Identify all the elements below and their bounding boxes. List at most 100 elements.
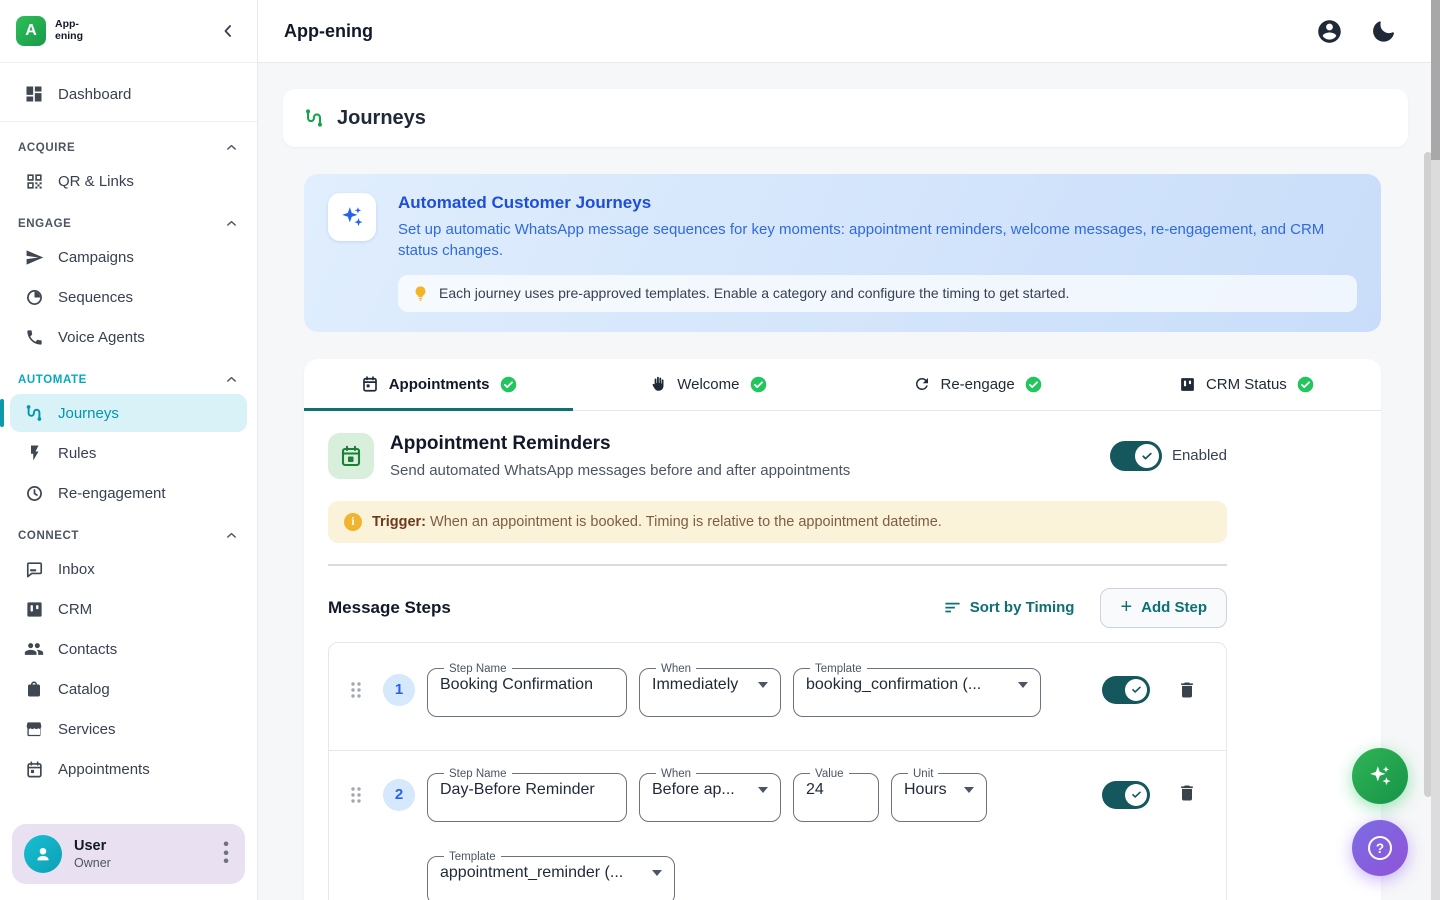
sidebar-divider xyxy=(0,121,257,122)
sidebar-item-label: Re-engagement xyxy=(58,485,166,502)
user-meta: User Owner xyxy=(74,838,207,870)
sidebar-item-rules[interactable]: Rules xyxy=(10,434,247,472)
journeys-card: Appointments Welcome xyxy=(304,359,1381,900)
help-fab[interactable]: ? xyxy=(1352,820,1408,876)
kanban-icon xyxy=(1179,376,1196,393)
sidebar-item-sequences[interactable]: Sequences xyxy=(10,278,247,316)
field-value: Booking Confirmation xyxy=(440,676,593,694)
sidebar-item-label: Services xyxy=(58,721,116,738)
step-name-field[interactable]: Step Name Day-Before Reminder xyxy=(427,768,627,822)
trigger-alert: i Trigger: When an appointment is booked… xyxy=(328,501,1227,543)
field-label: When xyxy=(656,768,696,780)
select-value: Hours xyxy=(904,781,947,799)
sidebar-collapse-button[interactable] xyxy=(215,18,241,44)
section-engage[interactable]: ENGAGE xyxy=(0,206,257,236)
field-label: Template xyxy=(444,851,501,863)
when-select[interactable]: When Before ap... xyxy=(639,768,781,822)
window-scrollbar-thumb[interactable] xyxy=(1431,0,1440,160)
sidebar-item-inbox[interactable]: Inbox xyxy=(10,550,247,588)
step-row: 2 Step Name Day-Before Reminder xyxy=(329,751,1226,900)
sidebar-item-journeys[interactable]: Journeys xyxy=(10,394,247,432)
message-steps-list: 1 Step Name Booking Confirmation xyxy=(328,642,1227,900)
topbar: App-ening xyxy=(258,0,1440,63)
tab-re-engage[interactable]: Re-engage xyxy=(843,359,1112,410)
step-name-field[interactable]: Step Name Booking Confirmation xyxy=(427,663,627,717)
template-select[interactable]: Template appointment_reminder (... xyxy=(427,851,675,900)
sidebar-item-label: QR & Links xyxy=(58,173,134,190)
when-select[interactable]: When Immediately xyxy=(639,663,781,717)
sidebar-item-label: Inbox xyxy=(58,561,95,578)
drag-handle-icon[interactable] xyxy=(345,785,367,805)
sidebar-item-qr-links[interactable]: QR & Links xyxy=(10,162,247,200)
sidebar-item-campaigns[interactable]: Campaigns xyxy=(10,238,247,276)
route-icon xyxy=(303,107,325,129)
appointments-panel: Appointment Reminders Send automated Wha… xyxy=(304,411,1381,900)
category-tabs: Appointments Welcome xyxy=(304,359,1381,411)
banner-tip-text: Each journey uses pre-approved templates… xyxy=(439,285,1069,301)
panel-title: Appointment Reminders xyxy=(390,433,850,455)
topbar-icons xyxy=(1316,18,1396,45)
sort-by-timing-button[interactable]: Sort by Timing xyxy=(943,598,1075,617)
sidebar-item-label: CRM xyxy=(58,601,92,618)
sidebar-item-catalog[interactable]: Catalog xyxy=(10,670,247,708)
sort-icon xyxy=(943,598,962,617)
sidebar-item-label: Catalog xyxy=(58,681,110,698)
dashboard-icon xyxy=(24,84,44,104)
delete-step-icon[interactable] xyxy=(1177,680,1197,700)
field-label: Template xyxy=(810,663,867,675)
calendar-icon xyxy=(24,759,44,779)
chevron-up-icon xyxy=(224,528,239,543)
ai-assistant-fab[interactable] xyxy=(1352,748,1408,804)
dropdown-caret-icon xyxy=(652,870,662,876)
sidebar-item-re-engagement[interactable]: Re-engagement xyxy=(10,474,247,512)
tab-crm-status[interactable]: CRM Status xyxy=(1112,359,1381,410)
sidebar-item-services[interactable]: Services xyxy=(10,710,247,748)
sidebar-item-crm[interactable]: CRM xyxy=(10,590,247,628)
sidebar-item-appointments[interactable]: Appointments xyxy=(10,750,247,788)
sidebar-item-voice-agents[interactable]: Voice Agents xyxy=(10,318,247,356)
unit-select[interactable]: Unit Hours xyxy=(891,768,987,822)
tab-label: Welcome xyxy=(677,376,739,393)
sidebar-item-label: Voice Agents xyxy=(58,329,145,346)
panel-header: Appointment Reminders Send automated Wha… xyxy=(328,433,1227,479)
step-fields: Step Name Booking Confirmation When Imme… xyxy=(427,663,1041,717)
value-field[interactable]: Value 24 xyxy=(793,768,879,822)
delete-step-icon[interactable] xyxy=(1177,783,1197,803)
banner-tip: Each journey uses pre-approved templates… xyxy=(398,275,1357,312)
app-logo-icon: A xyxy=(16,16,46,46)
sparkles-icon xyxy=(328,193,376,241)
sidebar-item-dashboard[interactable]: Dashboard xyxy=(10,75,247,113)
user-menu-icon[interactable]: ••• xyxy=(219,841,233,867)
app-logo: A App- ening xyxy=(16,16,83,46)
section-connect[interactable]: CONNECT xyxy=(0,518,257,548)
active-indicator xyxy=(0,399,4,427)
clock-icon xyxy=(24,483,44,503)
check-badge-icon xyxy=(1025,376,1042,393)
user-card[interactable]: User Owner ••• xyxy=(12,824,245,884)
account-circle-icon[interactable] xyxy=(1316,18,1343,45)
calendar-check-icon xyxy=(328,433,374,479)
banner-description: Set up automatic WhatsApp message sequen… xyxy=(398,219,1357,262)
select-value: appointment_reminder (... xyxy=(440,864,623,882)
section-automate[interactable]: AUTOMATE xyxy=(0,362,257,392)
enabled-label: Enabled xyxy=(1172,447,1227,464)
sidebar-item-label: Sequences xyxy=(58,289,133,306)
journey-enabled-toggle[interactable] xyxy=(1110,441,1162,471)
step-toggle-wrap xyxy=(1102,676,1150,704)
step-enabled-toggle[interactable] xyxy=(1102,781,1150,809)
trigger-text: Trigger: When an appointment is booked. … xyxy=(372,514,942,530)
step-enabled-toggle[interactable] xyxy=(1102,676,1150,704)
tab-appointments[interactable]: Appointments xyxy=(304,359,573,410)
sidebar-item-label: Rules xyxy=(58,445,96,462)
add-step-label: Add Step xyxy=(1141,599,1207,616)
sidebar-header: A App- ening xyxy=(0,0,257,63)
section-acquire[interactable]: ACQUIRE xyxy=(0,130,257,160)
tab-welcome[interactable]: Welcome xyxy=(573,359,842,410)
page-content: Journeys Automated Customer Journeys Set… xyxy=(258,63,1440,900)
template-select[interactable]: Template booking_confirmation (... xyxy=(793,663,1041,717)
drag-handle-icon[interactable] xyxy=(345,680,367,700)
add-step-button[interactable]: + Add Step xyxy=(1100,588,1227,628)
kanban-icon xyxy=(24,599,44,619)
dark-mode-moon-icon[interactable] xyxy=(1371,19,1396,44)
sidebar-item-contacts[interactable]: Contacts xyxy=(10,630,247,668)
